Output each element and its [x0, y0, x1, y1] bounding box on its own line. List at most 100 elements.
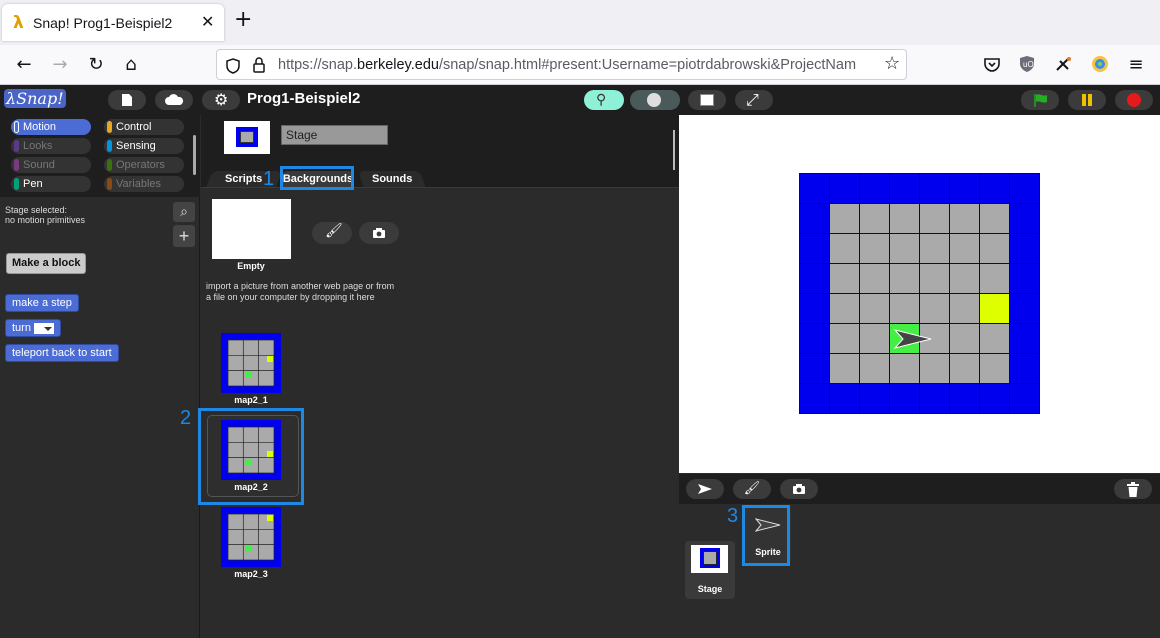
tab-sounds[interactable]: Sounds: [357, 171, 427, 188]
cloud-menu-button[interactable]: [155, 90, 193, 110]
palette-note: Stage selected: no motion primitives: [5, 205, 86, 225]
pause-icon: [1082, 94, 1086, 106]
browser-tab[interactable]: λ Snap! Prog1-Beispiel2 ✕: [2, 4, 224, 41]
home-icon[interactable]: ⌂: [120, 54, 142, 76]
stop-button[interactable]: [1115, 90, 1153, 110]
empty-costume-thumbnail[interactable]: [212, 199, 291, 259]
shield-icon[interactable]: [226, 58, 240, 74]
ublock-icon[interactable]: uO: [1019, 55, 1035, 73]
corral-toolbar: 🖌: [679, 474, 1160, 504]
paintbrush-icon: 🖌: [743, 481, 761, 496]
annotation-box-1: [280, 166, 354, 190]
gear-icon: ⚙: [214, 90, 229, 109]
tab-title: Snap! Prog1-Beispiel2: [33, 15, 173, 31]
category-operators[interactable]: Operators: [104, 157, 184, 173]
empty-costume-label: Empty: [237, 261, 265, 271]
turtle-arrow-icon: [698, 484, 712, 494]
green-flag-button[interactable]: [1021, 90, 1059, 110]
category-control[interactable]: Control: [104, 119, 184, 135]
snap-favicon-icon: λ: [13, 13, 24, 33]
editor-pane: Stage Scripts Backgrounds Sounds Empty 🖌…: [201, 115, 679, 638]
stage-label: Stage: [697, 584, 723, 594]
category-pen[interactable]: Pen: [11, 176, 91, 192]
costume-thumbnail-map2-3[interactable]: [221, 507, 281, 567]
slider-knob-icon[interactable]: [647, 93, 661, 107]
fullscreen-icon: ⤢: [746, 90, 759, 109]
add-block-icon[interactable]: +: [173, 225, 195, 247]
green-flag-icon: [1034, 94, 1047, 107]
category-motion[interactable]: Motion: [11, 119, 91, 135]
url-bar[interactable]: https://snap.berkeley.edu/snap/snap.html…: [216, 49, 907, 80]
editor-resize-handle[interactable]: [673, 130, 675, 170]
footprints-icon: ⚲: [596, 91, 607, 107]
normal-stage-button[interactable]: ⚲: [584, 90, 624, 110]
category-variables[interactable]: Variables: [104, 176, 184, 192]
camera-icon: [373, 228, 385, 238]
file-menu-button[interactable]: [108, 90, 146, 110]
costume-label-map2-3: map2_3: [234, 569, 268, 579]
stage-thumbnail: [224, 121, 270, 154]
snap-top-bar: λSnap! ⚙ Prog1-Beispiel2 ⚲ ⤢: [0, 85, 1160, 115]
snap-logo[interactable]: λSnap!: [4, 89, 66, 108]
block-teleport-back-to-start[interactable]: teleport back to start: [5, 344, 119, 362]
block-turn[interactable]: turn: [5, 319, 62, 337]
file-icon: [122, 94, 132, 106]
paintbrush-icon: 🖌: [325, 223, 343, 239]
add-turtle-sprite-button[interactable]: [686, 479, 724, 499]
make-a-block-button[interactable]: Make a block: [6, 253, 87, 274]
annotation-number-1: 1: [263, 168, 275, 190]
small-stage-button[interactable]: [688, 90, 726, 110]
chevron-down-icon: [44, 326, 53, 331]
category-looks[interactable]: Looks: [11, 138, 91, 154]
close-tab-icon[interactable]: ✕: [201, 12, 214, 31]
annotation-box-2: [198, 408, 304, 505]
trash-icon: [1127, 482, 1139, 497]
block-palette: Stage selected: no motion primitives ⌕ + …: [0, 197, 200, 638]
costume-label-map2-1: map2_1: [234, 395, 268, 405]
annotation-number-2: 2: [180, 407, 192, 429]
annotation-box-3: [742, 505, 790, 566]
extension-icon[interactable]: [1055, 56, 1073, 72]
pause-button[interactable]: [1068, 90, 1106, 110]
bookmark-star-icon[interactable]: ☆: [884, 53, 900, 74]
category-sound[interactable]: Sound: [11, 157, 91, 173]
annotation-number-3: 3: [727, 505, 739, 527]
camera-costume-button[interactable]: [359, 222, 399, 244]
palette-resize-handle[interactable]: [193, 135, 196, 175]
settings-menu-button[interactable]: ⚙: [202, 90, 240, 110]
paint-new-sprite-button[interactable]: 🖌: [733, 479, 771, 499]
new-tab-icon[interactable]: +: [234, 9, 252, 31]
forward-icon[interactable]: →: [49, 54, 71, 76]
camera-sprite-button[interactable]: [780, 479, 818, 499]
sprite-name-input[interactable]: Stage: [281, 125, 388, 145]
stage-icon[interactable]: Stage: [685, 541, 735, 599]
account-icon[interactable]: [1091, 55, 1109, 73]
project-title: Prog1-Beispiel2: [247, 90, 361, 107]
presentation-mode-button[interactable]: ⤢: [735, 90, 773, 110]
cloud-icon: [165, 94, 184, 105]
stage[interactable]: [679, 115, 1160, 473]
small-stage-icon: [700, 94, 714, 106]
reload-icon[interactable]: ↻: [85, 54, 107, 76]
back-icon[interactable]: ←: [13, 54, 35, 76]
pocket-icon[interactable]: [984, 57, 1000, 72]
url-text[interactable]: https://snap.berkeley.edu/snap/snap.html…: [278, 57, 876, 73]
costume-thumbnail-map2-1[interactable]: [221, 333, 281, 393]
search-blocks-icon[interactable]: ⌕: [173, 202, 195, 222]
paint-new-costume-button[interactable]: 🖌: [312, 222, 352, 244]
svg-text:uO: uO: [1023, 60, 1034, 69]
category-sensing[interactable]: Sensing: [104, 138, 184, 154]
stage-map: [799, 173, 1040, 414]
stage-size-slider[interactable]: [630, 90, 680, 110]
trash-button[interactable]: [1114, 479, 1152, 499]
block-make-a-step[interactable]: make a step: [5, 294, 79, 312]
turn-direction-dropdown[interactable]: [34, 322, 55, 334]
category-selector: Motion Control Looks Sensing Sound Opera…: [0, 115, 200, 197]
stop-icon: [1127, 93, 1141, 107]
browser-nav-bar: ← → ↻ ⌂ https://snap.berkeley.edu/snap/s…: [0, 45, 1160, 85]
browser-tab-bar: λ Snap! Prog1-Beispiel2 ✕ +: [0, 0, 1160, 45]
menu-icon[interactable]: ≡: [1125, 54, 1147, 76]
lock-icon[interactable]: [252, 57, 266, 74]
camera-icon: [793, 484, 805, 494]
import-hint: import a picture from another web page o…: [206, 281, 395, 302]
